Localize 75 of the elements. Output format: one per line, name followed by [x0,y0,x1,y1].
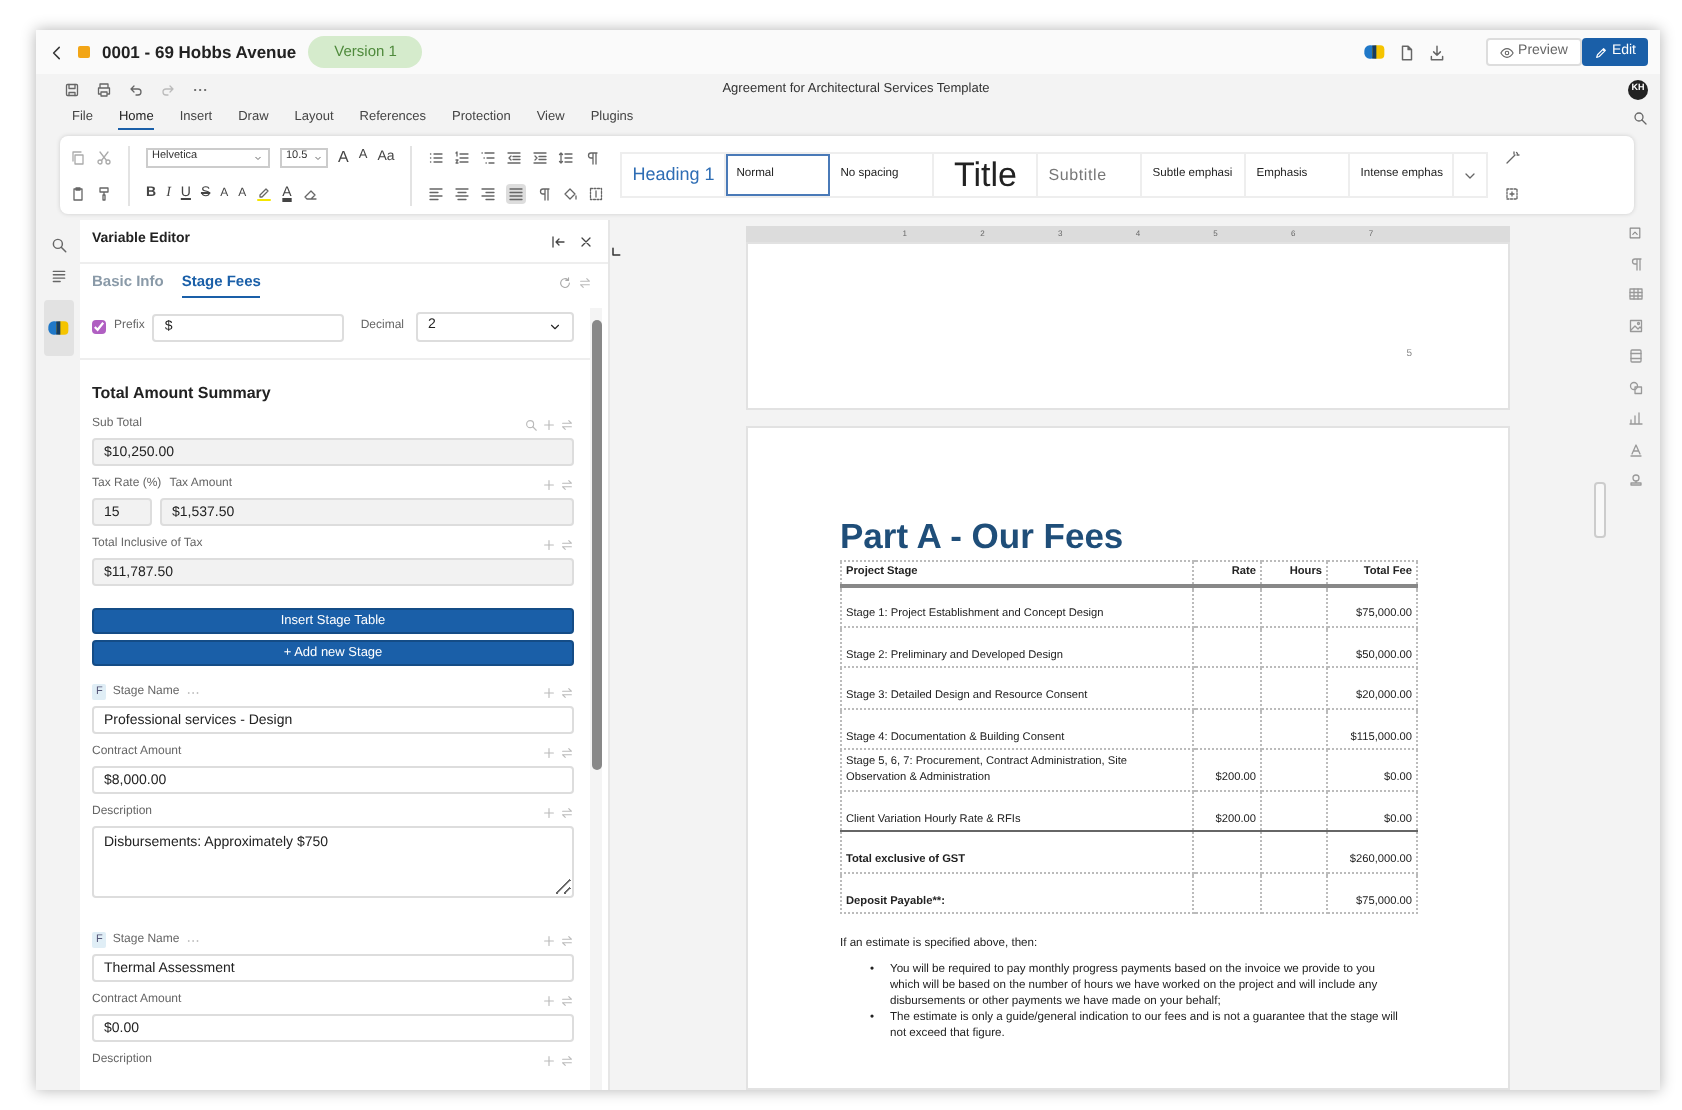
align-center-icon[interactable] [454,185,471,201]
shading-icon[interactable] [562,185,579,201]
table-icon[interactable] [1627,286,1643,302]
highlighter-icon[interactable] [256,185,273,201]
bullet-list-icon[interactable] [428,149,445,165]
app-logo-icon[interactable] [1364,44,1387,60]
swap-icon[interactable] [578,275,592,289]
numbered-list-icon[interactable] [454,149,471,165]
project-marker-icon [78,46,90,58]
refresh-icon[interactable] [558,275,572,289]
stamp-icon[interactable] [1627,472,1643,488]
swap-icon[interactable] [560,805,574,819]
eye-icon [1500,45,1515,59]
collapse-icon[interactable] [550,233,566,249]
image-icon[interactable] [1627,317,1643,333]
outline-icon[interactable] [49,268,67,286]
caret-icon [311,151,324,163]
document-icon[interactable] [1398,43,1417,61]
grow-font-button[interactable]: A [338,149,349,165]
paste-icon[interactable] [70,185,86,201]
download-icon[interactable] [1428,43,1447,61]
corner-icon [610,245,622,258]
line-spacing-icon[interactable] [558,149,575,165]
print-icon[interactable] [96,81,112,97]
undo-icon[interactable] [128,81,144,97]
close-icon[interactable] [578,233,594,249]
search-icon[interactable] [49,236,67,254]
borders-icon[interactable] [588,185,605,201]
paragraph-direction-icon[interactable] [536,185,553,201]
copy-icon[interactable] [70,149,86,165]
back-icon[interactable] [48,43,66,61]
swap-icon[interactable] [560,685,574,699]
superscript-button[interactable]: A [220,187,229,199]
swap-icon[interactable] [560,477,574,491]
style-option[interactable]: Subtitle [1038,154,1143,196]
style-option[interactable]: Heading 1 [622,154,727,196]
chart-icon[interactable] [1627,410,1643,426]
style-option[interactable]: Title [934,154,1039,196]
variables-tab[interactable] [43,300,73,356]
multilevel-list-icon[interactable] [480,149,497,165]
increase-indent-icon[interactable] [532,149,549,165]
decrease-indent-icon[interactable] [506,149,523,165]
search-icon[interactable] [1632,110,1648,126]
align-right-icon[interactable] [480,185,497,201]
replace-icon[interactable] [1504,149,1521,165]
chevron-down-icon [548,320,562,334]
shapes-icon[interactable] [1627,379,1643,395]
scrollbar-thumb[interactable] [591,320,601,770]
pencil-icon [1593,45,1608,59]
redo-icon[interactable] [160,81,176,97]
select-icon[interactable] [1504,185,1521,201]
clear-format-icon[interactable] [301,185,318,201]
variables-icon [47,319,69,336]
save-icon[interactable] [64,81,80,97]
scroll-handle[interactable] [1594,482,1606,538]
header-icon[interactable] [1627,348,1643,364]
swap-icon[interactable] [560,417,574,431]
document-heading: Part A - Our Fees [840,518,1126,557]
swap-icon[interactable] [560,537,574,551]
format-painter-icon[interactable] [96,185,112,201]
cut-icon[interactable] [96,149,112,165]
justify-icon [508,185,525,201]
text-art-icon[interactable] [1627,441,1643,457]
prefix-checkbox[interactable] [92,320,106,334]
swap-icon[interactable] [560,745,574,759]
swap-icon[interactable] [560,933,574,947]
swap-icon[interactable] [560,993,574,1007]
align-left-icon[interactable] [428,185,445,201]
justify-button[interactable] [506,183,527,203]
section-title: Total Amount Summary [92,382,273,406]
swap-icon[interactable] [560,1053,574,1067]
project-title: 0001 - 69 Hobbs Avenue [102,39,297,65]
paragraph-mark-icon[interactable] [584,149,601,165]
caret-icon [252,151,264,163]
paragraph-icon[interactable] [1627,255,1643,271]
